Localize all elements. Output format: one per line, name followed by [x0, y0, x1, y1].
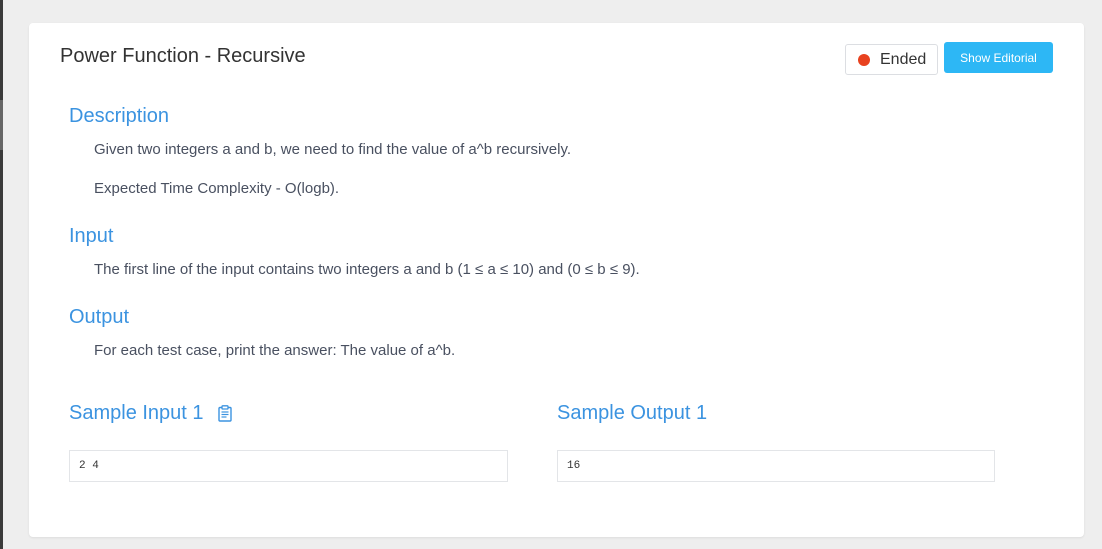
description-line-1: Given two integers a and b, we need to f…: [94, 141, 572, 158]
sample-input-heading-text: Sample Input 1: [69, 402, 204, 424]
clipboard-icon[interactable]: [217, 405, 232, 422]
problem-card: Power Function - Recursive Ended Show Ed…: [29, 23, 1084, 537]
output-heading: Output: [69, 306, 130, 328]
output-text: For each test case, print the answer: Th…: [94, 342, 456, 359]
input-heading: Input: [69, 225, 114, 247]
sample-input-heading: Sample Input 1: [69, 402, 232, 425]
problem-title: Power Function - Recursive: [60, 45, 306, 67]
status-dot-icon: [858, 53, 870, 66]
sample-output-value: 16: [567, 460, 581, 472]
status-label: Ended: [880, 50, 927, 68]
window-left-edge: [0, 0, 3, 549]
window-left-edge-segment: [0, 100, 3, 150]
sample-input-value: 2 4: [79, 460, 99, 472]
sample-input-box[interactable]: 2 4: [69, 450, 508, 482]
input-text: The first line of the input contains two…: [94, 261, 640, 278]
description-line-2: Expected Time Complexity - O(logb).: [94, 180, 340, 197]
sample-output-box[interactable]: 16: [557, 450, 995, 482]
sample-output-heading: Sample Output 1: [557, 402, 707, 425]
show-editorial-button[interactable]: Show Editorial: [944, 42, 1053, 73]
sample-output-heading-text: Sample Output 1: [557, 402, 708, 424]
description-heading: Description: [69, 105, 170, 127]
status-badge: Ended: [845, 44, 938, 75]
